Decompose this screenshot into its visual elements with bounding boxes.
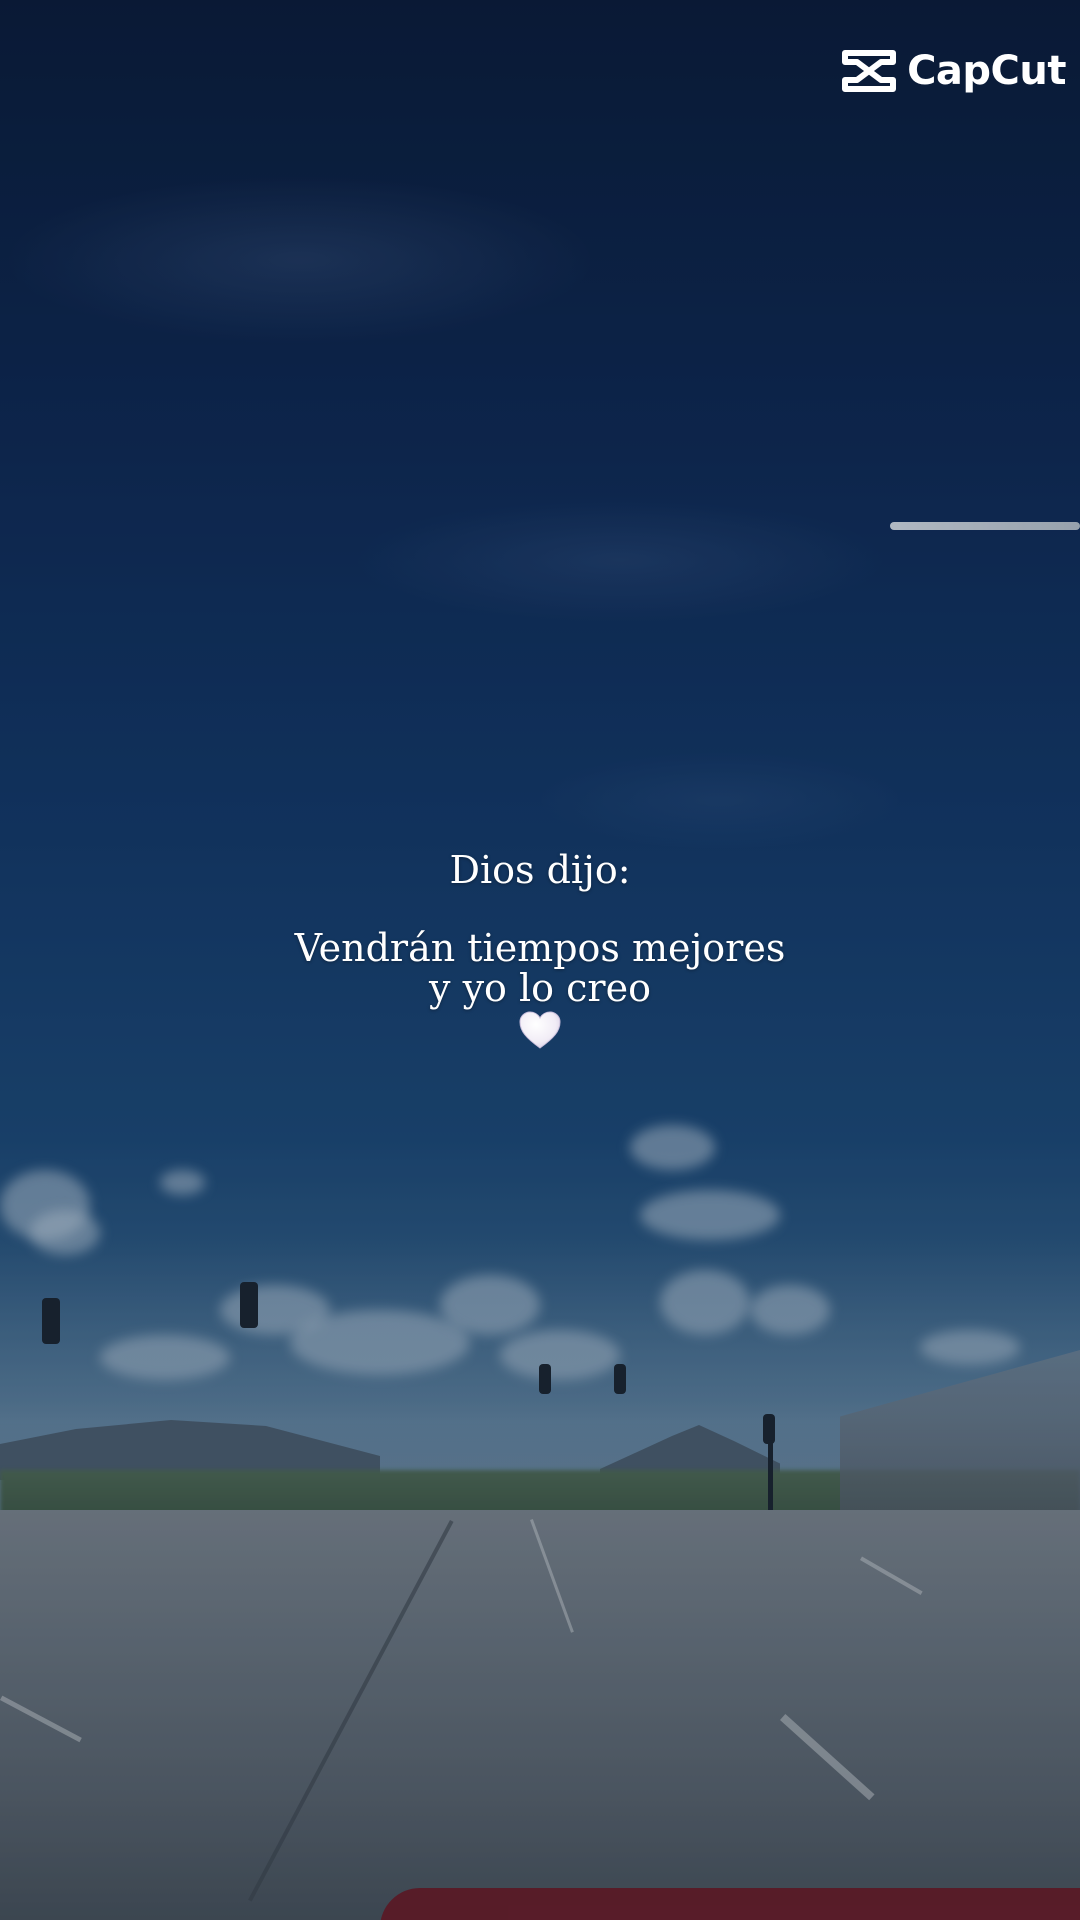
white-heart-icon bbox=[519, 1011, 561, 1049]
caption-line-1: Dios dijo: bbox=[449, 848, 631, 892]
caption-line-2: Vendrán tiempos mejores bbox=[294, 926, 786, 970]
capcut-logo-icon bbox=[841, 49, 897, 93]
caption-line-3: y yo lo creo bbox=[429, 966, 651, 1010]
video-frame: CapCut Dios dijo: Vendrán tiempos mejore… bbox=[0, 0, 1080, 1920]
video-caption: Dios dijo: Vendrán tiempos mejores y yo … bbox=[0, 850, 1080, 1050]
capcut-watermark: CapCut bbox=[841, 48, 1066, 94]
capcut-logo-text: CapCut bbox=[907, 48, 1066, 94]
